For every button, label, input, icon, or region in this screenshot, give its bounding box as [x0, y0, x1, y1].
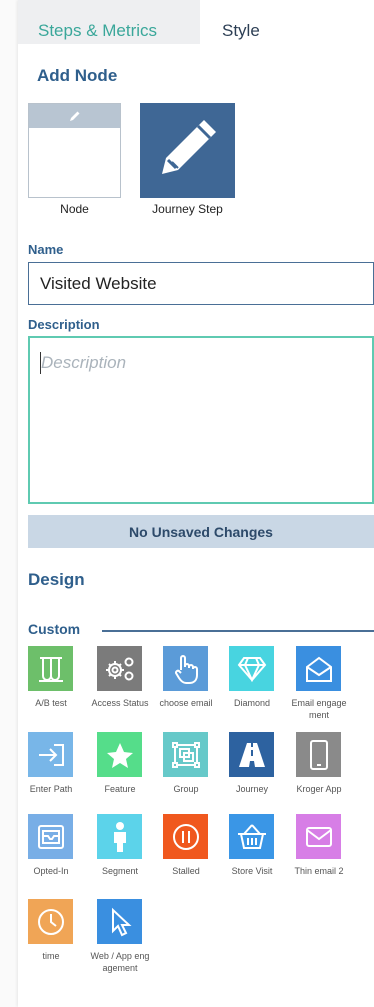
- design-tile[interactable]: [97, 646, 142, 691]
- design-tile-label: time: [42, 951, 60, 961]
- tab-steps-metrics-label: Steps & Metrics: [38, 21, 158, 40]
- save-status-bar[interactable]: No Unsaved Changes: [28, 515, 374, 548]
- design-tile[interactable]: [296, 814, 341, 859]
- design-tile-label: Thin email 2: [294, 866, 344, 876]
- style-panel: Steps & Metrics Style Add Node Node Jour…: [18, 0, 374, 1007]
- design-tile[interactable]: [28, 732, 73, 777]
- phone-icon: [308, 739, 330, 771]
- design-heading: Design: [28, 570, 85, 589]
- design-tile-label: Enter Path: [29, 784, 73, 794]
- journey-step-card[interactable]: [140, 103, 235, 198]
- design-tile-label: Segment: [101, 866, 139, 876]
- design-tile[interactable]: [163, 732, 208, 777]
- road-icon: [237, 741, 267, 769]
- design-tile-label: Group: [173, 784, 199, 794]
- design-tile[interactable]: [28, 899, 73, 944]
- envelope-icon: [304, 825, 334, 849]
- design-tile-label: Diamond: [233, 698, 271, 708]
- design-tile-label: Web / App engagement: [90, 951, 150, 973]
- design-tile[interactable]: [163, 646, 208, 691]
- design-tile-label: Access Status: [91, 698, 149, 708]
- design-tile-label: Opted-In: [33, 866, 69, 876]
- envelope-open-icon: [304, 654, 334, 684]
- clock-icon: [36, 907, 66, 937]
- tab-steps-metrics[interactable]: Steps & Metrics: [18, 0, 200, 44]
- pencil-icon: [148, 108, 228, 193]
- design-tile-label: Store Visit: [231, 866, 273, 876]
- description-textarea[interactable]: Description: [28, 336, 374, 504]
- design-tile[interactable]: [97, 814, 142, 859]
- design-tile-label: A/B test: [35, 698, 67, 708]
- design-tile-label: Journey: [235, 784, 269, 794]
- ab-test-icon: [36, 655, 66, 683]
- tab-style-label: Style: [222, 21, 260, 40]
- design-tile[interactable]: [229, 732, 274, 777]
- pencil-icon: [29, 104, 120, 128]
- design-tile[interactable]: [28, 646, 73, 691]
- description-placeholder: Description: [41, 353, 127, 372]
- basket-icon: [236, 823, 268, 851]
- group-icon: [170, 740, 202, 770]
- design-tile[interactable]: [296, 732, 341, 777]
- custom-divider: [102, 630, 374, 632]
- design-tile[interactable]: [296, 646, 341, 691]
- star-icon: [105, 741, 135, 769]
- diamond-icon: [237, 656, 267, 682]
- design-tile[interactable]: [229, 814, 274, 859]
- name-label: Name: [28, 242, 64, 257]
- design-tile-label: choose email: [159, 698, 213, 708]
- design-tile-label: Stalled: [172, 866, 200, 876]
- hand-pointer-icon: [172, 654, 200, 684]
- inbox-icon: [36, 823, 66, 851]
- person-icon: [110, 821, 130, 853]
- cursor-icon: [108, 907, 132, 937]
- design-tile[interactable]: [28, 814, 73, 859]
- add-node-heading: Add Node: [37, 66, 118, 85]
- design-tile[interactable]: [229, 646, 274, 691]
- node-card-label: Node: [60, 202, 89, 216]
- design-tile[interactable]: [163, 814, 208, 859]
- tab-style[interactable]: Style: [200, 0, 374, 62]
- design-tile-label: Feature: [104, 784, 136, 794]
- design-tile-label: Email engagement: [291, 698, 347, 720]
- design-tile-label: Kroger App: [296, 784, 342, 794]
- design-tile[interactable]: [97, 732, 142, 777]
- design-tile[interactable]: [97, 899, 142, 944]
- journey-step-card-label: Journey Step: [152, 202, 223, 216]
- pause-icon: [171, 822, 201, 852]
- name-input[interactable]: Visited Website: [28, 262, 374, 305]
- enter-icon: [36, 742, 66, 768]
- add-node-card[interactable]: [28, 103, 121, 198]
- gears-icon: [103, 654, 137, 684]
- description-label: Description: [28, 317, 100, 332]
- custom-heading: Custom: [28, 621, 81, 637]
